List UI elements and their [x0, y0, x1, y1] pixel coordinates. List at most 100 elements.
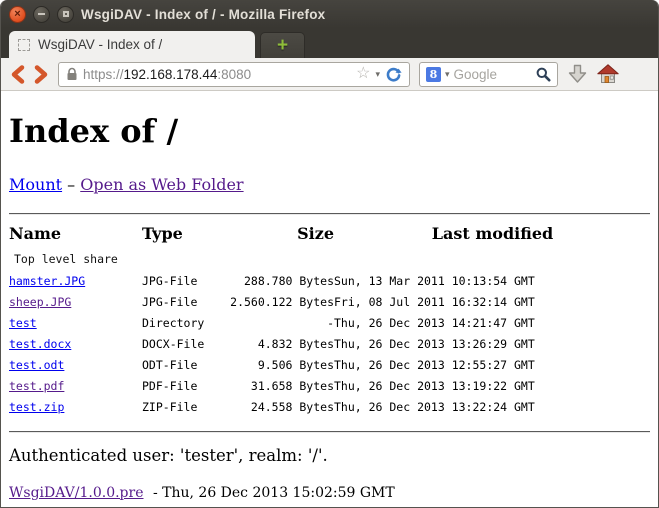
cell-size: 4.832 Bytes	[217, 333, 334, 354]
file-link[interactable]: test.pdf	[9, 379, 64, 393]
table-row: test Directory-Thu, 26 Dec 2013 14:21:47 …	[9, 312, 651, 333]
file-table-body: hamster.JPG JPG-File288.780 BytesSun, 13 …	[9, 270, 651, 417]
table-row: test.pdf PDF-File31.658 BytesThu, 26 Dec …	[9, 375, 651, 396]
header-size: Size	[217, 222, 334, 248]
table-row: hamster.JPG JPG-File288.780 BytesSun, 13 …	[9, 270, 651, 291]
header-name: Name	[9, 222, 142, 248]
header-last-modified: Last modified	[334, 222, 651, 248]
cell-last-modified: Fri, 08 Jul 2011 16:32:14 GMT	[334, 291, 651, 312]
cell-size: -	[217, 312, 334, 333]
urlbar-dropdown-icon[interactable]: ▾	[375, 70, 380, 79]
home-button[interactable]	[597, 64, 619, 84]
server-footer: WsgiDAV/1.0.0.pre - Thu, 26 Dec 2013 15:…	[9, 485, 650, 501]
minimize-icon[interactable]	[33, 6, 50, 23]
cell-type: ZIP-File	[142, 396, 217, 417]
window-title: WsgiDAV - Index of / - Mozilla Firefox	[81, 7, 325, 22]
url-port: :8080	[217, 67, 251, 82]
cell-last-modified: Thu, 26 Dec 2013 13:22:24 GMT	[334, 396, 651, 417]
cell-name: test	[9, 312, 142, 333]
file-link[interactable]: sheep.JPG	[9, 295, 71, 309]
navigation-toolbar: https://192.168.178.44:8080 ☆ ▾ 8 ▾	[1, 58, 658, 91]
wsgidav-version-link[interactable]: WsgiDAV/1.0.0.pre	[9, 485, 144, 501]
maximize-box	[63, 11, 69, 17]
cell-name: test.odt	[9, 354, 142, 375]
server-timestamp: - Thu, 26 Dec 2013 15:02:59 GMT	[153, 485, 395, 501]
bookmark-star-icon[interactable]: ☆	[356, 66, 370, 82]
cell-type: DOCX-File	[142, 333, 217, 354]
cell-name: test.pdf	[9, 375, 142, 396]
table-row: test.odt ODT-File9.506 BytesThu, 26 Dec 2…	[9, 354, 651, 375]
cell-last-modified: Sun, 13 Mar 2011 10:13:54 GMT	[334, 270, 651, 291]
cell-last-modified: Thu, 26 Dec 2013 12:55:27 GMT	[334, 354, 651, 375]
cell-size: 288.780 Bytes	[217, 270, 334, 291]
file-link[interactable]: hamster.JPG	[9, 274, 85, 288]
cell-last-modified: Thu, 26 Dec 2013 14:21:47 GMT	[334, 312, 651, 333]
file-link[interactable]: test.zip	[9, 400, 64, 414]
cell-size: 31.658 Bytes	[217, 375, 334, 396]
open-web-folder-link[interactable]: Open as Web Folder	[80, 175, 243, 194]
cell-size: 2.560.122 Bytes	[217, 291, 334, 312]
link-separator: –	[67, 175, 75, 194]
table-row: test.docx DOCX-File4.832 BytesThu, 26 Dec…	[9, 333, 651, 354]
cell-name: test.zip	[9, 396, 142, 417]
forward-button[interactable]	[34, 65, 49, 84]
page-content: Index of / Mount – Open as Web Folder Na…	[1, 91, 658, 507]
url-host: 192.168.178.44	[124, 67, 218, 82]
file-table: Name Type Size Last modified Top level s…	[9, 222, 651, 417]
downloads-button[interactable]	[567, 64, 588, 84]
back-button[interactable]	[10, 65, 25, 84]
cell-last-modified: Thu, 26 Dec 2013 13:26:29 GMT	[334, 333, 651, 354]
window-controls: ×	[9, 6, 74, 23]
action-links: Mount – Open as Web Folder	[9, 175, 650, 194]
divider-bottom	[9, 431, 650, 433]
lock-icon	[66, 67, 78, 81]
cell-size: 9.506 Bytes	[217, 354, 334, 375]
cell-type: ODT-File	[142, 354, 217, 375]
table-row: test.zip ZIP-File24.558 BytesThu, 26 Dec …	[9, 396, 651, 417]
cell-type: JPG-File	[142, 270, 217, 291]
close-icon[interactable]: ×	[9, 6, 26, 23]
search-input[interactable]	[454, 67, 532, 82]
cell-type: Directory	[142, 312, 217, 333]
auth-status: Authenticated user: 'tester', realm: '/'…	[9, 446, 650, 465]
cell-name: hamster.JPG	[9, 270, 142, 291]
page-title: Index of /	[9, 113, 650, 149]
cell-name: sheep.JPG	[9, 291, 142, 312]
url-text: https://192.168.178.44:8080	[83, 67, 251, 82]
header-type: Type	[142, 222, 217, 248]
minimize-dash	[38, 13, 45, 15]
tab-wsgidav[interactable]: WsgiDAV - Index of /	[9, 31, 255, 58]
search-box[interactable]: 8 ▾	[419, 62, 558, 87]
cell-name: test.docx	[9, 333, 142, 354]
google-icon[interactable]: 8	[426, 67, 441, 82]
tab-label: WsgiDAV - Index of /	[38, 37, 162, 52]
file-link[interactable]: test.docx	[9, 337, 71, 351]
forward-chevron-icon	[34, 65, 49, 84]
page-favicon-icon	[18, 39, 30, 51]
file-link[interactable]: test.odt	[9, 358, 64, 372]
cell-type: PDF-File	[142, 375, 217, 396]
divider-top	[9, 213, 650, 215]
window-titlebar: × WsgiDAV - Index of / - Mozilla Firefox	[1, 0, 658, 28]
url-scheme: https://	[83, 67, 124, 82]
share-note: Top level share	[9, 248, 651, 270]
search-icon[interactable]	[536, 67, 551, 82]
home-icon	[597, 64, 619, 84]
back-chevron-icon	[10, 65, 25, 84]
reload-icon[interactable]	[385, 66, 402, 83]
maximize-icon[interactable]	[57, 6, 74, 23]
cell-size: 24.558 Bytes	[217, 396, 334, 417]
search-engine-dropdown-icon[interactable]: ▾	[445, 70, 450, 79]
cell-last-modified: Thu, 26 Dec 2013 13:19:22 GMT	[334, 375, 651, 396]
new-tab-button[interactable]: +	[260, 32, 305, 58]
file-link[interactable]: test	[9, 316, 37, 330]
plus-icon: +	[277, 35, 288, 57]
table-row: sheep.JPG JPG-File2.560.122 BytesFri, 08 …	[9, 291, 651, 312]
cell-type: JPG-File	[142, 291, 217, 312]
url-bar[interactable]: https://192.168.178.44:8080 ☆ ▾	[58, 62, 410, 87]
share-note-row: Top level share	[9, 248, 651, 270]
tab-strip: WsgiDAV - Index of / +	[1, 28, 658, 58]
firefox-window: × WsgiDAV - Index of / - Mozilla Firefox…	[0, 0, 659, 508]
download-arrow-icon	[567, 64, 588, 84]
mount-link[interactable]: Mount	[9, 175, 62, 194]
